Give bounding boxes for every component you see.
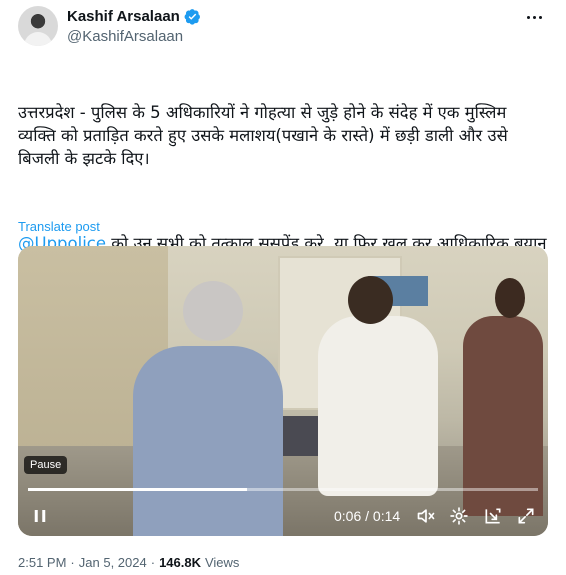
gear-icon xyxy=(450,507,468,525)
tweet-time[interactable]: 2:51 PM xyxy=(18,555,66,570)
meta-separator: · xyxy=(70,555,75,570)
tweet-date[interactable]: Jan 5, 2024 xyxy=(79,555,147,570)
video-person-white-head xyxy=(348,276,393,324)
video-current-time: 0:06 xyxy=(334,508,362,524)
pause-tooltip: Pause xyxy=(24,456,68,474)
fullscreen-button[interactable] xyxy=(514,504,538,528)
avatar[interactable] xyxy=(18,6,58,46)
pause-button[interactable] xyxy=(28,504,52,528)
video-progress-fill xyxy=(28,488,248,491)
author-handle[interactable]: @KashifArsalaan xyxy=(67,28,183,45)
fullscreen-icon xyxy=(518,508,534,524)
pause-icon xyxy=(34,510,46,522)
meta-separator-2: · xyxy=(150,555,156,570)
translate-post-link[interactable]: Translate post xyxy=(18,219,100,234)
video-player[interactable]: Pause 0:06 / 0:14 xyxy=(18,246,548,536)
picture-in-picture-icon xyxy=(485,508,501,524)
video-duration: 0:14 xyxy=(372,508,401,524)
author-name-row[interactable]: Kashif Arsalaan xyxy=(67,8,201,25)
tweet-meta: 2:51 PM · Jan 5, 2024 · 146.8K Views xyxy=(18,555,239,570)
video-controls: 0:06 / 0:14 xyxy=(18,496,548,536)
tweet-paragraph-1: उत्तरप्रदेश - पुलिस के 5 अधिकारियों ने ग… xyxy=(18,103,513,168)
muted-speaker-icon xyxy=(417,509,435,523)
verified-badge-icon xyxy=(184,9,200,25)
video-person-right xyxy=(463,316,543,516)
picture-in-picture-button[interactable] xyxy=(481,504,505,528)
video-time: 0:06 / 0:14 xyxy=(334,508,400,524)
video-person-right-head xyxy=(495,278,525,318)
views-count: 146.8K xyxy=(159,555,201,570)
more-options-icon[interactable] xyxy=(524,10,544,24)
settings-button[interactable] xyxy=(447,504,471,528)
views-label: Views xyxy=(204,555,240,570)
mute-button[interactable] xyxy=(414,504,438,528)
video-person-blue-head xyxy=(183,281,243,341)
author-name[interactable]: Kashif Arsalaan xyxy=(67,8,180,25)
video-progress-bar[interactable] xyxy=(28,488,538,491)
video-time-separator: / xyxy=(361,508,373,524)
video-person-white-shirt xyxy=(318,316,438,496)
